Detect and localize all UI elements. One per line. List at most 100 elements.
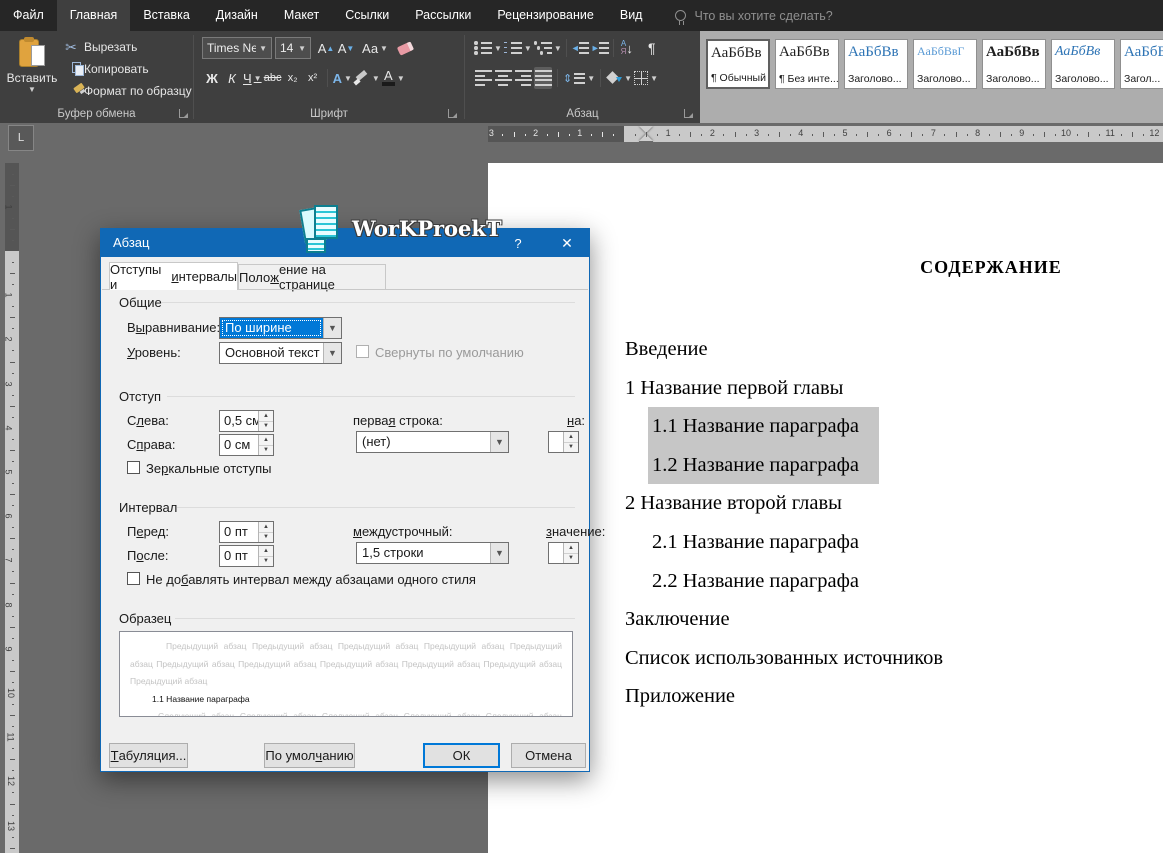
- format-painter-button[interactable]: Формат по образцу: [62, 81, 192, 101]
- ruler-number: 3: [754, 127, 759, 140]
- chevron-down-icon[interactable]: ▼: [490, 543, 508, 563]
- style-card[interactable]: АаБбВвЗаголово...: [982, 39, 1046, 89]
- style-card[interactable]: АаБбВв¶ Без инте...: [775, 39, 839, 89]
- by-spinner[interactable]: ▲▼: [548, 431, 579, 453]
- left-indent-marker[interactable]: [639, 141, 653, 142]
- tabs-button[interactable]: Табуляция...: [109, 743, 188, 768]
- line-spacing-button[interactable]: ⇕▼: [563, 67, 595, 89]
- chevron-down-icon[interactable]: ▼: [323, 318, 341, 338]
- change-case-button[interactable]: Аа▼: [362, 37, 388, 59]
- vertical-ruler[interactable]: 112345678910111213: [5, 163, 19, 853]
- document-line[interactable]: Список использованных источников: [625, 639, 943, 678]
- copy-button[interactable]: Копировать: [62, 59, 149, 79]
- style-card[interactable]: АаБбВвЗаголово...: [1051, 39, 1115, 89]
- tab-indents-spacing[interactable]: Отступы и интервалы: [109, 262, 238, 290]
- tab-line-page-breaks[interactable]: Положение на странице: [238, 264, 386, 290]
- align-center-button[interactable]: [494, 67, 512, 89]
- spacing-after-spinner[interactable]: 0 пт ▲▼: [219, 545, 274, 567]
- strikethrough-button[interactable]: abc: [264, 67, 282, 89]
- show-marks-button[interactable]: ¶: [643, 37, 661, 59]
- at-spinner[interactable]: ▲▼: [548, 542, 579, 564]
- clipboard-dialog-launcher[interactable]: [179, 109, 188, 118]
- underline-button[interactable]: Ч▼: [243, 67, 262, 89]
- ribbon-tab[interactable]: Вид: [607, 0, 656, 31]
- bold-button[interactable]: Ж: [203, 67, 221, 89]
- document-line[interactable]: 1 Название первой главы: [625, 369, 843, 408]
- ribbon-tab[interactable]: Рассылки: [402, 0, 484, 31]
- ribbon-tab[interactable]: Файл: [0, 0, 57, 31]
- dialog-close-button[interactable]: ✕: [545, 229, 589, 257]
- ribbon-tab[interactable]: Вставка: [130, 0, 202, 31]
- sort-button[interactable]: АЯ ↓: [618, 37, 636, 59]
- bullets-button[interactable]: ▼: [474, 37, 502, 59]
- cancel-button[interactable]: Отмена: [511, 743, 586, 768]
- ruler-dot: [12, 174, 14, 175]
- document-line[interactable]: 2.1 Название параграфа: [652, 523, 859, 562]
- indent-right-spinner[interactable]: 0 см ▲▼: [219, 434, 274, 456]
- alignment-combo[interactable]: По ширине▼: [219, 317, 342, 339]
- shading-button[interactable]: ▼: [606, 67, 632, 89]
- ribbon-tab[interactable]: Макет: [271, 0, 332, 31]
- ruler-number: 12: [1149, 127, 1159, 140]
- style-card[interactable]: АаБбВв¶ Обычный: [706, 39, 770, 89]
- tab-selector[interactable]: L: [8, 125, 34, 151]
- document-heading[interactable]: СОДЕРЖАНИЕ: [861, 257, 1121, 278]
- multilevel-list-button[interactable]: ▼: [534, 37, 562, 59]
- clear-formatting-button[interactable]: [397, 37, 415, 59]
- text-effects-button[interactable]: А▼: [333, 67, 352, 89]
- justify-button[interactable]: [534, 67, 552, 89]
- italic-button[interactable]: К: [223, 67, 241, 89]
- text-highlight-button[interactable]: ▼: [354, 67, 380, 89]
- decrease-indent-button[interactable]: ◄: [571, 37, 589, 59]
- document-line[interactable]: 1.1 Название параграфа: [652, 407, 879, 446]
- shrink-font-button[interactable]: А▼: [337, 37, 355, 59]
- style-card[interactable]: АаБбВвЗаголово...: [844, 39, 908, 89]
- cut-button[interactable]: ✂ Вырезать: [62, 37, 137, 57]
- superscript-button[interactable]: х²: [304, 67, 322, 89]
- no-space-same-style-checkbox[interactable]: [127, 572, 140, 585]
- line-spacing-combo[interactable]: 1,5 строки▼: [356, 542, 509, 564]
- ruler-dot: [12, 748, 14, 749]
- document-line[interactable]: Введение: [625, 330, 708, 369]
- increase-indent-button[interactable]: ►: [591, 37, 609, 59]
- paste-button[interactable]: Вставить ▼: [6, 35, 58, 113]
- align-right-button[interactable]: [514, 67, 532, 89]
- document-line[interactable]: 1.2 Название параграфа: [652, 446, 879, 485]
- paragraph-dialog-launcher[interactable]: [684, 109, 693, 118]
- spacing-before-spinner[interactable]: 0 пт ▲▼: [219, 521, 274, 543]
- ok-button[interactable]: ОК: [423, 743, 500, 768]
- align-left-button[interactable]: [474, 67, 492, 89]
- style-card[interactable]: АаБбВвГЗаголово...: [913, 39, 977, 89]
- ribbon-tab[interactable]: Главная: [57, 0, 131, 31]
- style-card[interactable]: АаБбВвЗагол...: [1120, 39, 1163, 89]
- numbering-button[interactable]: ▼: [504, 37, 532, 59]
- dialog-help-button[interactable]: ?: [501, 229, 535, 257]
- ribbon-tab[interactable]: Ссылки: [332, 0, 402, 31]
- font-group-label: Шрифт: [196, 108, 462, 120]
- horizontal-ruler[interactable]: 321123456789101112: [488, 126, 1163, 142]
- font-name-combo[interactable]: Times New Roman▼: [202, 37, 272, 59]
- subscript-button[interactable]: х₂: [284, 67, 302, 89]
- mirror-indents-checkbox[interactable]: [127, 461, 140, 474]
- indent-left-spinner[interactable]: 0,5 см ▲▼: [219, 410, 274, 432]
- paste-dropdown-arrow[interactable]: ▼: [6, 85, 58, 94]
- set-default-button[interactable]: По умолчанию: [264, 743, 355, 768]
- document-line[interactable]: 2 Название второй главы: [625, 484, 842, 523]
- collapsed-by-default-checkbox[interactable]: [356, 345, 369, 358]
- chevron-down-icon[interactable]: ▼: [323, 343, 341, 363]
- first-line-combo[interactable]: (нет)▼: [356, 431, 509, 453]
- style-sample: АаБбВв: [708, 41, 768, 62]
- font-color-button[interactable]: А▼: [382, 67, 405, 89]
- document-line[interactable]: Заключение: [625, 600, 730, 639]
- grow-font-button[interactable]: А▲: [317, 37, 335, 59]
- ribbon-tab[interactable]: Дизайн: [203, 0, 271, 31]
- font-size-combo[interactable]: 14▼: [275, 37, 311, 59]
- ribbon-tab[interactable]: Рецензирование: [484, 0, 607, 31]
- tell-me-box[interactable]: Что вы хотите сделать?: [675, 9, 832, 23]
- chevron-down-icon[interactable]: ▼: [490, 432, 508, 452]
- borders-button[interactable]: ▼: [634, 67, 658, 89]
- document-line[interactable]: 2.2 Название параграфа: [652, 562, 859, 601]
- level-combo[interactable]: Основной текст▼: [219, 342, 342, 364]
- font-dialog-launcher[interactable]: [448, 109, 457, 118]
- document-line[interactable]: Приложение: [625, 677, 735, 716]
